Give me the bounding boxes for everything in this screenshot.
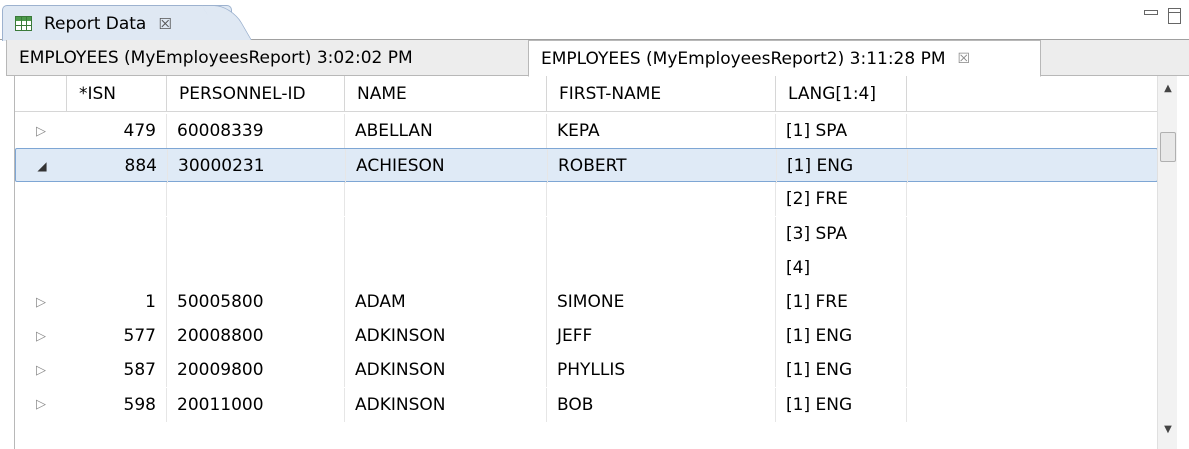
tab-my-employees-report2[interactable]: EMPLOYEES (MyEmployeesReport2) 3:11:28 P… [528, 40, 1041, 77]
cell-isn [67, 216, 167, 251]
expand-icon[interactable]: ▷ [15, 353, 67, 387]
header-personnel-id[interactable]: PERSONNEL-ID [167, 76, 345, 112]
table-row[interactable]: ◢ 884 30000231 ACHIESON ROBERT [1] ENG [15, 148, 1157, 184]
cell-first-name [547, 182, 776, 217]
cell-first-name: BOB [547, 387, 776, 422]
view-tab-bar: Report Data ☒ [0, 0, 1189, 42]
row-spacer [15, 182, 67, 216]
header-lang[interactable]: LANG[1:4] [776, 76, 907, 112]
report-tab-bar: EMPLOYEES (MyEmployeesReport) 3:02:02 PM… [6, 40, 1189, 77]
table-row[interactable]: ▷ 1 50005800 ADAM SIMONE [1] FRE [15, 285, 1157, 319]
cell-name: ADKINSON [345, 319, 547, 354]
maximize-icon[interactable] [1168, 8, 1181, 24]
report-table: *ISN PERSONNEL-ID NAME FIRST-NAME LANG[1… [14, 76, 1157, 449]
cell-lang: [1] ENG [776, 319, 907, 354]
table-header: *ISN PERSONNEL-ID NAME FIRST-NAME LANG[1… [15, 76, 1157, 112]
cell-lang: [1] ENG [777, 149, 908, 184]
cell-name: ABELLAN [345, 114, 547, 148]
cell-lang: [1] ENG [776, 353, 907, 388]
cell-lang: [1] SPA [776, 114, 907, 148]
header-isn[interactable]: *ISN [67, 76, 167, 112]
cell-isn [67, 182, 167, 217]
expand-icon[interactable]: ▷ [15, 285, 67, 319]
cell-isn: 479 [67, 114, 167, 148]
cell-isn: 598 [67, 387, 167, 422]
expand-icon[interactable]: ▷ [15, 388, 67, 422]
cell-isn: 577 [67, 319, 167, 354]
cell-personnel-id [167, 250, 345, 285]
cell-isn: 1 [67, 285, 167, 319]
scroll-down-icon[interactable]: ▼ [1158, 419, 1178, 439]
cell-personnel-id: 60008339 [167, 114, 345, 148]
row-spacer [15, 251, 67, 285]
close-icon[interactable]: ☒ [158, 15, 171, 33]
cell-lang: [2] FRE [776, 182, 907, 217]
header-name[interactable]: NAME [345, 76, 547, 112]
vertical-scrollbar[interactable]: ▲ ▼ [1157, 76, 1177, 449]
table-row[interactable]: ▷ 598 20011000 ADKINSON BOB [1] ENG [15, 387, 1157, 422]
header-first-name[interactable]: FIRST-NAME [547, 76, 776, 112]
cell-name: ACHIESON [346, 149, 548, 184]
table-row[interactable]: ▷ 587 20009800 ADKINSON PHYLLIS [1] ENG [15, 353, 1157, 388]
table-row[interactable]: ▷ 577 20008800 ADKINSON JEFF [1] ENG [15, 319, 1157, 354]
close-icon[interactable]: ☒ [958, 51, 971, 67]
cell-personnel-id: 30000231 [168, 149, 346, 184]
view-tab-curve [201, 5, 253, 42]
cell-first-name [547, 216, 776, 251]
header-expander [15, 76, 67, 112]
minimize-icon[interactable] [1144, 10, 1158, 15]
cell-lang: [3] SPA [776, 216, 907, 251]
cell-name [345, 250, 547, 285]
cell-name: ADAM [345, 285, 547, 319]
expand-icon[interactable]: ▷ [15, 114, 67, 148]
cell-first-name: ROBERT [548, 149, 777, 184]
expand-icon[interactable]: ▷ [15, 319, 67, 353]
table-row[interactable]: [4] [15, 250, 1157, 285]
cell-first-name: JEFF [547, 319, 776, 354]
table-row[interactable]: ▷ 479 60008339 ABELLAN KEPA [1] SPA [15, 114, 1157, 148]
scroll-thumb[interactable] [1160, 132, 1176, 162]
scroll-up-icon[interactable]: ▲ [1158, 78, 1178, 98]
cell-isn [67, 250, 167, 285]
cell-name: ADKINSON [345, 353, 547, 388]
view-tab-report-data[interactable]: Report Data ☒ [2, 5, 253, 42]
cell-lang: [1] ENG [776, 387, 907, 422]
collapse-icon[interactable]: ◢ [16, 149, 68, 183]
window-controls [1144, 8, 1181, 24]
cell-isn: 587 [67, 353, 167, 388]
cell-first-name: PHYLLIS [547, 353, 776, 388]
cell-lang: [1] FRE [776, 285, 907, 319]
cell-first-name [547, 250, 776, 285]
row-spacer [15, 217, 67, 251]
table-row[interactable]: [3] SPA [15, 216, 1157, 251]
cell-personnel-id: 50005800 [167, 285, 345, 319]
cell-first-name: KEPA [547, 114, 776, 148]
table-icon [15, 16, 32, 31]
cell-first-name: SIMONE [547, 285, 776, 319]
cell-personnel-id: 20011000 [167, 387, 345, 422]
cell-personnel-id: 20009800 [167, 353, 345, 388]
tab-label: EMPLOYEES (MyEmployeesReport2) 3:11:28 P… [541, 48, 946, 69]
cell-name: ADKINSON [345, 387, 547, 422]
tab-my-employees-report[interactable]: EMPLOYEES (MyEmployeesReport) 3:02:02 PM [19, 40, 413, 76]
cell-isn: 884 [68, 149, 168, 184]
cell-name [345, 182, 547, 217]
cell-name [345, 216, 547, 251]
view-tab-title: Report Data [44, 13, 147, 34]
cell-personnel-id [167, 182, 345, 217]
cell-personnel-id [167, 216, 345, 251]
cell-personnel-id: 20008800 [167, 319, 345, 354]
table-row[interactable]: [2] FRE [15, 182, 1157, 217]
tab-label: EMPLOYEES (MyEmployeesReport) 3:02:02 PM [19, 48, 413, 68]
cell-lang: [4] [776, 250, 907, 285]
